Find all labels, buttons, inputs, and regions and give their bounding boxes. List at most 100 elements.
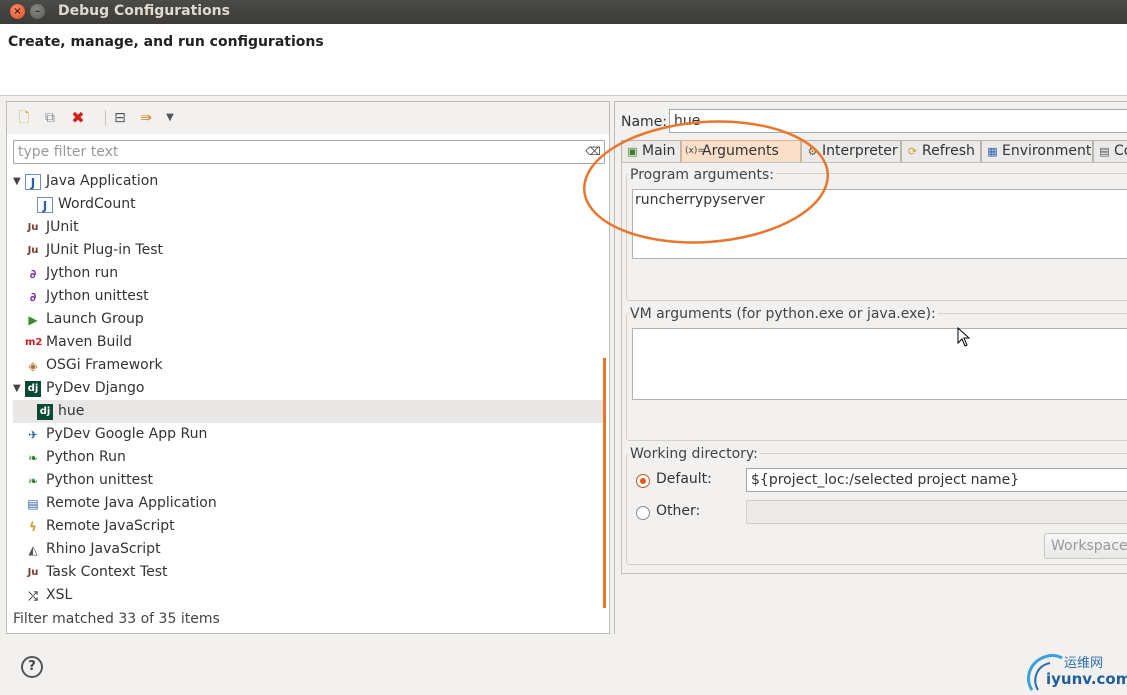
toolbar-separator — [105, 110, 106, 126]
default-directory-input[interactable] — [746, 468, 1127, 492]
tree-item[interactable]: J WordCount — [7, 193, 603, 216]
name-input[interactable] — [669, 109, 1127, 133]
remote-java-icon: ▤ — [27, 497, 39, 511]
tab-interpreter[interactable]: ⚙ Interpreter — [801, 140, 901, 162]
configuration-editor: Name: ▣ Main (x)= Arguments ⚙ Interprete… — [614, 101, 1127, 634]
tab-label: Co — [1114, 143, 1127, 159]
filter-input[interactable] — [13, 140, 605, 164]
collapse-all-icon[interactable]: ⊟ — [111, 109, 129, 127]
program-arguments-value: runcherrypyserver — [635, 192, 765, 208]
default-radio[interactable] — [636, 474, 650, 488]
tree-item-label: Task Context Test — [46, 564, 168, 580]
tree-item[interactable]: ⤭ XSL — [7, 584, 603, 607]
jython-unittest-icon: ∂ — [29, 290, 37, 304]
other-directory-input[interactable] — [746, 500, 1127, 524]
tree-item[interactable]: ▤ Remote Java Application — [7, 492, 603, 515]
tree-item-label: PyDev Google App Run — [46, 426, 208, 442]
tree-item-label: WordCount — [58, 196, 136, 212]
window-title: Debug Configurations — [58, 3, 230, 19]
tree-item-label: Launch Group — [46, 311, 144, 327]
tree-item-label: Remote Java Application — [46, 495, 217, 511]
filter-configurations-icon[interactable]: ⇛ — [137, 109, 155, 127]
django-icon: dj — [37, 404, 53, 420]
chevron-down-icon[interactable]: ▼ — [161, 109, 179, 127]
tab-arguments[interactable]: (x)= Arguments — [681, 140, 801, 162]
program-arguments-label: Program arguments: — [628, 167, 776, 183]
tab-label: Main — [642, 143, 676, 159]
tab-label: Arguments — [702, 143, 779, 159]
watermark-en: iyunv.com — [1046, 670, 1127, 688]
window-titlebar: × – Debug Configurations — [0, 0, 1127, 24]
program-arguments-field[interactable]: runcherrypyserver — [632, 189, 1127, 259]
help-button[interactable]: ? — [21, 656, 43, 678]
clear-filter-icon[interactable]: ⌫ — [585, 144, 601, 160]
editor-tabs: ▣ Main (x)= Arguments ⚙ Interpreter ⟳ Re… — [621, 140, 1127, 162]
tree-item[interactable]: ❧ Python Run — [7, 446, 603, 469]
tree-item[interactable]: ✈ PyDev Google App Run — [7, 423, 603, 446]
tree-item-label: Jython run — [46, 265, 119, 281]
django-icon: dj — [25, 381, 41, 397]
tree-item[interactable]: m2 Maven Build — [7, 331, 603, 354]
python-unittest-icon: ❧ — [27, 474, 39, 488]
launch-group-icon: ▶ — [28, 313, 38, 327]
new-configuration-icon[interactable]: 🗋 — [15, 109, 33, 127]
expand-triangle-icon[interactable]: ▼ — [13, 377, 23, 400]
tab-environment[interactable]: ▦ Environment — [981, 140, 1093, 162]
tab-label: Environment — [1002, 143, 1092, 159]
tree-item[interactable]: ❧ Python unittest — [7, 469, 603, 492]
tree-item[interactable]: ▼ J Java Application — [7, 170, 603, 193]
watermark: 运维网 iyunv.com — [1024, 650, 1127, 695]
tree-item[interactable]: Ju Task Context Test — [7, 561, 603, 584]
tree-item[interactable]: ϟ Remote JavaScript — [7, 515, 603, 538]
dialog-header-title: Create, manage, and run configurations — [8, 34, 324, 50]
tree-item[interactable]: ∂ Jython unittest — [7, 285, 603, 308]
scrollbar-thumb[interactable] — [603, 358, 606, 608]
other-label: Other: — [656, 503, 701, 519]
dialog-header: Create, manage, and run configurations — [0, 24, 1127, 96]
tree-item[interactable]: Ju JUnit Plug-in Test — [7, 239, 603, 262]
tree-item-label: PyDev Django — [46, 380, 145, 396]
python-run-icon: ❧ — [27, 451, 39, 465]
common-tab-icon: ▤ — [1099, 145, 1110, 158]
tree-item[interactable]: dj hue — [13, 400, 603, 423]
tree-item-label: Rhino JavaScript — [46, 541, 161, 557]
junit-plugin-icon: Ju — [27, 245, 39, 256]
tree-item[interactable]: ◭ Rhino JavaScript — [7, 538, 603, 561]
configurations-toolbar: 🗋 ⧉ ✖ ⊟ ⇛ ▼ — [7, 102, 609, 134]
expand-triangle-icon[interactable]: ▼ — [13, 170, 23, 193]
tree-item[interactable]: ▼ dj PyDev Django — [7, 377, 603, 400]
vm-arguments-field[interactable] — [632, 328, 1127, 400]
tab-refresh[interactable]: ⟳ Refresh — [901, 140, 981, 162]
duplicate-configuration-icon[interactable]: ⧉ — [41, 109, 59, 127]
mouse-cursor-icon — [957, 327, 971, 347]
tree-item-label: Remote JavaScript — [46, 518, 175, 534]
other-radio[interactable] — [636, 506, 650, 520]
xsl-icon: ⤭ — [28, 589, 38, 603]
delete-configuration-icon[interactable]: ✖ — [69, 109, 87, 127]
vm-arguments-label: VM arguments (for python.exe or java.exe… — [628, 306, 938, 322]
arguments-tab-body: Program arguments: runcherrypyserver VM … — [621, 162, 1127, 574]
tab-main[interactable]: ▣ Main — [621, 140, 681, 162]
tree-item-label: Jython unittest — [46, 288, 149, 304]
close-icon[interactable]: × — [10, 4, 25, 19]
tree-item-label: Python Run — [46, 449, 126, 465]
tree-item-label: JUnit Plug-in Test — [46, 242, 164, 258]
tree-item[interactable]: ◈ OSGi Framework — [7, 354, 603, 377]
name-label: Name: — [621, 114, 668, 130]
filter-status: Filter matched 33 of 35 items — [13, 611, 220, 627]
rhino-icon: ◭ — [28, 543, 38, 557]
tree-item[interactable]: ∂ Jython run — [7, 262, 603, 285]
interpreter-tab-icon: ⚙ — [807, 145, 818, 158]
tab-common[interactable]: ▤ Co — [1093, 140, 1127, 162]
refresh-tab-icon: ⟳ — [907, 145, 918, 158]
tree-item[interactable]: Ju JUnit — [7, 216, 603, 239]
tree-item-label: Maven Build — [46, 334, 133, 350]
workspace-button[interactable]: Workspace — [1044, 533, 1127, 559]
jython-run-icon: ∂ — [29, 267, 37, 281]
minimize-icon[interactable]: – — [30, 4, 45, 19]
tree-item[interactable]: ▶ Launch Group — [7, 308, 603, 331]
tree-item-label: XSL — [46, 587, 73, 603]
working-directory-label: Working directory: — [628, 446, 760, 462]
java-app-icon: J — [37, 197, 53, 213]
tree-item-label: Java Application — [46, 173, 159, 189]
